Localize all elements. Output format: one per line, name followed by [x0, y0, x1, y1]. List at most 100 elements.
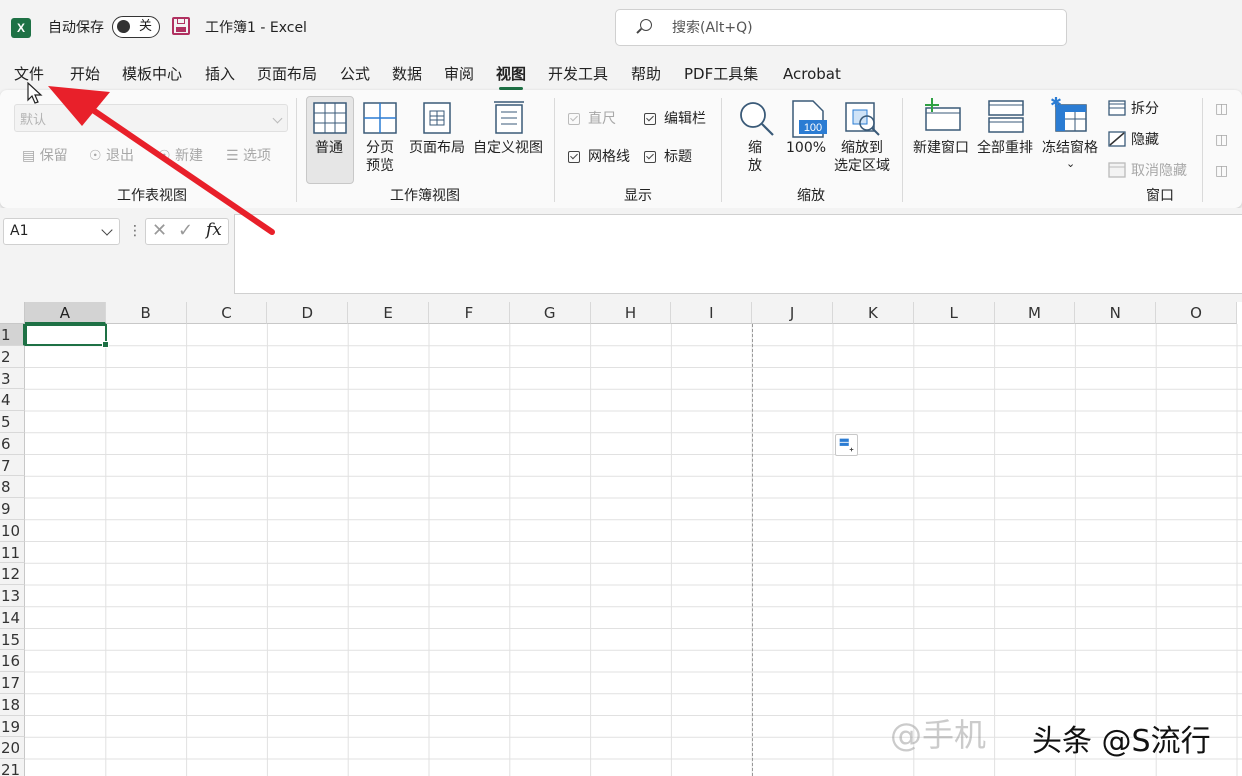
column-header-c[interactable]: C [186, 302, 268, 324]
tab-pdf-tools[interactable]: PDF工具集 [684, 62, 758, 86]
column-header-j[interactable]: J [752, 302, 833, 324]
chevron-down-icon[interactable] [101, 224, 113, 236]
name-box[interactable]: A1 [3, 218, 120, 245]
insert-function-icon[interactable]: fx [206, 220, 222, 240]
zoom-to-selection-label-2[interactable]: 选定区域 [834, 157, 890, 175]
ruler-label: 直尺 [588, 111, 616, 127]
row-header-7[interactable]: 7 [0, 454, 25, 477]
active-cell[interactable] [25, 324, 109, 348]
formula-input[interactable] [234, 214, 1242, 294]
column-header-h[interactable]: H [590, 302, 672, 324]
row-header-14[interactable]: 14 [0, 606, 25, 629]
row-header-11[interactable]: 11 [0, 541, 25, 564]
sheet-view-value: 默认 [20, 113, 47, 128]
arrange-all-icon[interactable] [988, 100, 1024, 134]
normal-view-icon [313, 102, 347, 134]
page-break-label-2[interactable]: 预览 [366, 157, 394, 175]
tab-insert[interactable]: 插入 [205, 62, 235, 86]
row-header-12[interactable]: 12 [0, 563, 25, 585]
select-all-corner[interactable] [0, 302, 25, 324]
autosave-label: 自动保存 [48, 20, 104, 36]
row-header-2[interactable]: 2 [0, 345, 25, 368]
custom-view-icon[interactable] [493, 100, 525, 134]
row-header-10[interactable]: 10 [0, 519, 25, 542]
split-label[interactable]: 拆分 [1131, 100, 1159, 118]
split-icon[interactable] [1108, 100, 1126, 116]
gridlines-checkbox[interactable] [568, 151, 580, 163]
column-header-f[interactable]: F [429, 302, 510, 324]
column-header-e[interactable]: E [348, 302, 429, 324]
formula-bar-checkbox[interactable] [644, 113, 656, 125]
tab-help[interactable]: 帮助 [631, 62, 661, 86]
quick-analysis-icon[interactable] [835, 434, 858, 456]
worksheet-grid[interactable]: ABCDEFGHIJKLMNO 1 2 3 4 5 6 7 8 9 10 11 12 13 14 15 16 1… [0, 302, 1242, 776]
separator [554, 98, 555, 202]
row-header-15[interactable]: 15 [0, 628, 25, 651]
more-options-icon[interactable]: ⋮ [128, 222, 142, 240]
row-header-6[interactable]: 6 [0, 432, 25, 455]
row-header-13[interactable]: 13 [0, 585, 25, 607]
column-header-b[interactable]: B [105, 302, 187, 324]
page-layout-label[interactable]: 页面布局 [409, 139, 465, 157]
tab-home[interactable]: 开始 [70, 62, 100, 86]
new-window-icon[interactable] [922, 98, 962, 134]
tab-template-center[interactable]: 模板中心 [122, 62, 182, 86]
headings-checkbox[interactable] [644, 151, 656, 163]
row-header-19[interactable]: 19 [0, 715, 25, 738]
tab-data[interactable]: 数据 [392, 62, 422, 86]
column-header-g[interactable]: G [509, 302, 591, 324]
save-icon[interactable] [172, 17, 190, 35]
zoom-label-1[interactable]: 缩 [748, 139, 762, 157]
sync-scroll-icon: ◫ [1215, 132, 1229, 148]
hide-label[interactable]: 隐藏 [1131, 131, 1159, 149]
tab-view[interactable]: 视图 [496, 62, 526, 90]
freeze-panes-icon[interactable]: ✱ [1050, 97, 1088, 133]
zoom-100-label[interactable]: 100% [786, 139, 826, 157]
row-header-18[interactable]: 18 [0, 693, 25, 716]
search-box[interactable]: 搜索(Alt+Q) [615, 9, 1067, 46]
column-header-l[interactable]: L [913, 302, 995, 324]
column-header-n[interactable]: N [1075, 302, 1157, 324]
new-window-label[interactable]: 新建窗口 [913, 139, 969, 157]
tab-formulas[interactable]: 公式 [340, 62, 370, 86]
tab-acrobat[interactable]: Acrobat [783, 62, 841, 86]
row-header-9[interactable]: 9 [0, 498, 25, 520]
hide-icon[interactable] [1108, 131, 1126, 147]
column-header-d[interactable]: D [267, 302, 349, 324]
gridlines-label: 网格线 [588, 149, 630, 165]
zoom-to-selection-icon[interactable] [845, 102, 881, 136]
page-break-preview-icon[interactable] [363, 102, 397, 134]
tab-page-layout[interactable]: 页面布局 [257, 62, 317, 86]
cancel-icon[interactable]: ✕ [152, 220, 167, 241]
confirm-icon[interactable]: ✓ [178, 220, 193, 241]
zoom-label-2[interactable]: 放 [748, 157, 762, 175]
formula-actions: ✕ ✓ fx [145, 218, 229, 245]
autosave-toggle[interactable]: 关 [112, 16, 160, 38]
row-header-1[interactable]: 1 [0, 324, 25, 346]
row-header-20[interactable]: 20 [0, 737, 25, 759]
column-header-o[interactable]: O [1156, 302, 1237, 324]
arrange-all-label[interactable]: 全部重排 [977, 139, 1033, 157]
zoom-magnifier-icon[interactable] [737, 100, 775, 136]
freeze-chevron-icon[interactable]: ⌄ [1066, 155, 1075, 173]
zoom-100-icon[interactable]: 100 [791, 100, 827, 138]
row-header-8[interactable]: 8 [0, 476, 25, 498]
row-header-3[interactable]: 3 [0, 367, 25, 390]
row-header-21[interactable]: 21 [0, 759, 25, 776]
column-header-k[interactable]: K [833, 302, 914, 324]
headings-label: 标题 [664, 149, 692, 165]
tab-developer[interactable]: 开发工具 [548, 62, 608, 86]
column-header-i[interactable]: I [671, 302, 753, 324]
page-layout-icon[interactable] [423, 102, 451, 134]
custom-view-label[interactable]: 自定义视图 [473, 139, 543, 157]
column-header-a[interactable]: A [25, 302, 106, 324]
page-break-label-1[interactable]: 分页 [366, 139, 394, 157]
zoom-to-selection-label-1[interactable]: 缩放到 [841, 139, 883, 157]
row-header-16[interactable]: 16 [0, 650, 25, 672]
column-header-m[interactable]: M [994, 302, 1076, 324]
document-title: 工作簿1 - Excel [205, 20, 307, 36]
row-header-5[interactable]: 5 [0, 411, 25, 433]
row-header-17[interactable]: 17 [0, 672, 25, 694]
tab-review[interactable]: 审阅 [444, 62, 474, 86]
row-header-4[interactable]: 4 [0, 389, 25, 411]
